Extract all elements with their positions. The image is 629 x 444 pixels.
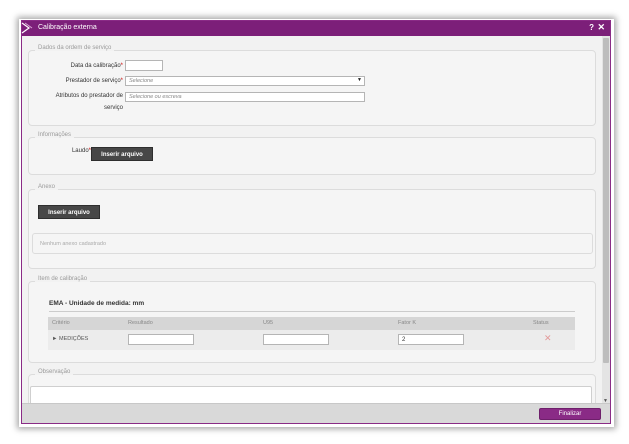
calibration-date-input[interactable] [125,60,163,71]
close-icon[interactable]: ✕ [597,22,605,33]
column-header: Status [533,320,549,326]
report-label: Laudo* [39,148,91,154]
service-order-section: Dados da ordem de serviço Data da calibr… [28,45,596,126]
section-legend: Observação [35,369,74,375]
scrollbar-thumb[interactable] [603,38,609,363]
dialog-footer: Finalizar [22,403,610,423]
result-input[interactable] [128,334,194,345]
table-header: Critério Resultado U95 Fator K Status [48,317,575,330]
report-label-text: Laudo [71,148,89,154]
observation-section: Observação [28,369,596,405]
attachment-section: Anexo Inserir arquivo Nenhum anexo cadas… [28,184,596,269]
table-row: ► MEDIÇÕES 2 ✕ [48,330,575,350]
k-factor-input[interactable]: 2 [398,334,464,345]
provider-select[interactable]: Selecione ▼ [125,76,365,86]
app-logo-icon [21,22,33,34]
section-legend: Item de calibração [35,276,91,282]
finish-button[interactable]: Finalizar [539,408,601,420]
help-icon[interactable]: ? [589,23,594,32]
title-bar: Calibração externa ? ✕ [21,21,610,36]
calibration-item-section: Item de calibração EMA - Unidade de medi… [28,276,596,363]
insert-attachment-file-button[interactable]: Inserir arquivo [38,205,100,219]
calibration-date-label: Data da calibração* [39,63,123,69]
section-legend: Anexo [35,184,59,190]
provider-label-text: Prestador de serviço [65,78,121,84]
empty-attachment-text: Nenhum anexo cadastrado [40,241,107,247]
vertical-scrollbar[interactable]: ▼ [602,36,610,405]
criterion-cell[interactable]: ► MEDIÇÕES [52,336,88,342]
provider-attributes-label-line1: Atributos do prestador de [55,93,123,99]
divider [49,311,575,312]
column-header: Fator K [398,320,417,326]
calibration-date-label-text: Data da calibração [70,63,121,69]
criterion-text: MEDIÇÕES [58,336,89,342]
insert-report-file-button[interactable]: Inserir arquivo [91,147,153,161]
column-header: U95 [263,320,274,326]
calibration-dialog: Calibração externa ? ✕ Dados da ordem de… [21,20,611,424]
item-title: EMA - Unidade de medida: mm [49,300,145,307]
information-section: Informações Laudo* Inserir arquivo [28,132,596,175]
column-header: Critério [52,320,70,326]
required-asterisk: * [120,63,123,69]
caret-right-icon: ► [52,336,58,342]
remove-icon[interactable]: ✕ [544,333,552,344]
required-asterisk: * [120,78,123,84]
provider-label: Prestador de serviço* [39,78,123,84]
u95-input[interactable] [263,334,329,345]
chevron-down-icon: ▼ [357,77,362,83]
provider-select-placeholder: Selecione [129,78,154,84]
dialog-content: Dados da ordem de serviço Data da calibr… [22,36,602,405]
provider-attributes-label-line2: serviço [103,105,123,111]
dialog-title: Calibração externa [38,24,97,31]
provider-attributes-label: Atributos do prestador de serviço [39,93,123,111]
section-legend: Informações [35,132,75,138]
provider-attributes-input[interactable]: Selecione ou escreva [125,92,365,102]
section-legend: Dados da ordem de serviço [35,45,115,51]
column-header: Resultado [128,320,153,326]
attachment-empty-box: Nenhum anexo cadastrado [32,233,593,254]
